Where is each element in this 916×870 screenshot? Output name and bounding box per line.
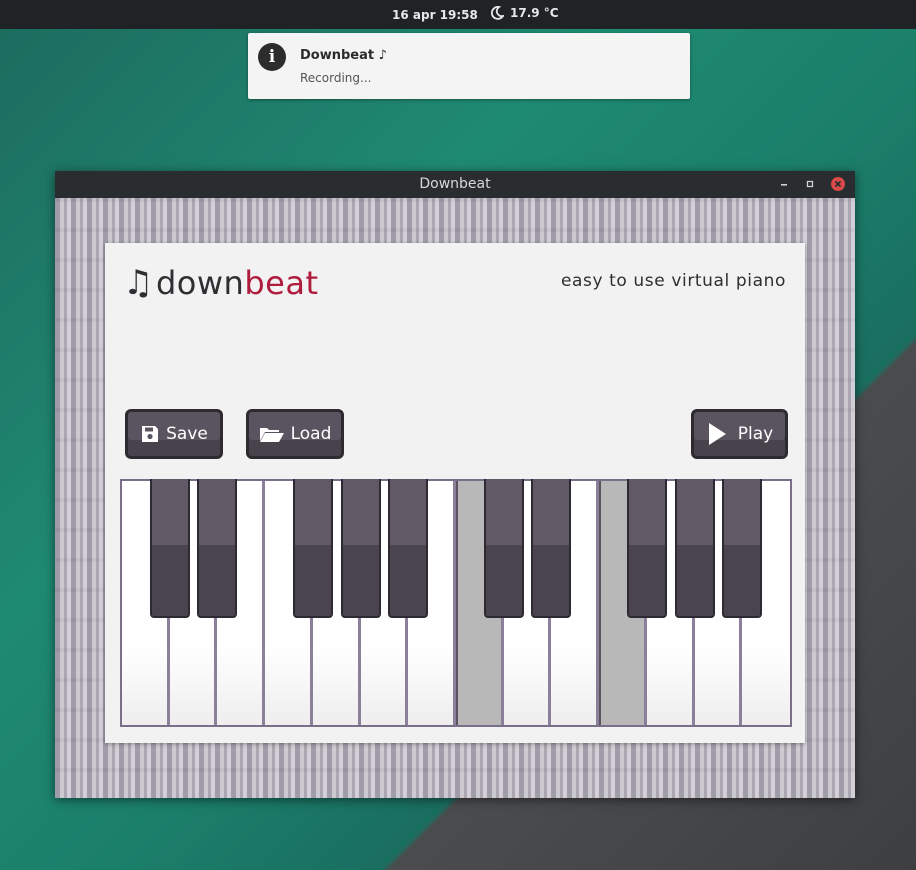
black-key[interactable] (483, 479, 524, 618)
black-key[interactable] (197, 479, 238, 618)
main-panel: ♫ down beat easy to use virtual piano Sav… (105, 243, 805, 743)
app-logo: ♫ down beat (123, 263, 318, 303)
moon-icon (490, 6, 504, 20)
black-key[interactable] (388, 479, 429, 618)
minimize-button[interactable] (777, 177, 791, 191)
notification-banner[interactable]: i Downbeat ♪ Recording... (248, 33, 690, 99)
save-icon (142, 426, 159, 442)
black-key[interactable] (292, 479, 333, 618)
black-key[interactable] (149, 479, 190, 618)
minimize-icon (781, 184, 787, 186)
info-icon: i (258, 43, 286, 71)
black-key[interactable] (340, 479, 381, 618)
close-icon (834, 180, 842, 188)
save-label: Save (166, 424, 208, 444)
restore-icon (806, 180, 814, 188)
notification-body: Recording... (300, 71, 372, 85)
load-button[interactable]: Load (246, 409, 344, 459)
temperature-label: 17.9 °C (510, 6, 559, 20)
window-titlebar[interactable]: Downbeat (55, 171, 855, 198)
downbeat-window: Downbeat ♫ down beat easy to use virtual … (55, 171, 855, 798)
black-key[interactable] (531, 479, 572, 618)
restore-button[interactable] (803, 177, 817, 191)
save-button[interactable]: Save (125, 409, 223, 459)
logo-text-down: down (155, 264, 245, 302)
close-button[interactable] (831, 177, 845, 191)
top-bar: 16 apr 19:58 17.9 °C (0, 0, 916, 29)
play-label: Play (737, 424, 774, 444)
music-note-icon: ♫ (123, 263, 154, 303)
black-key[interactable] (674, 479, 715, 618)
load-label: Load (290, 424, 332, 444)
play-icon (708, 423, 726, 445)
black-key[interactable] (626, 479, 667, 618)
window-title: Downbeat (419, 176, 491, 192)
app-background: ♫ down beat easy to use virtual piano Sav… (55, 198, 855, 798)
notification-title: Downbeat ♪ (300, 48, 387, 63)
play-button[interactable]: Play (691, 409, 788, 459)
piano-keyboard (120, 479, 792, 727)
black-key[interactable] (722, 479, 763, 618)
logo-text-beat: beat (244, 264, 319, 302)
weather-indicator[interactable]: 17.9 °C (490, 6, 559, 20)
clock[interactable]: 16 apr 19:58 (392, 8, 478, 22)
folder-open-icon (259, 428, 284, 442)
tagline: easy to use virtual piano (560, 271, 786, 291)
